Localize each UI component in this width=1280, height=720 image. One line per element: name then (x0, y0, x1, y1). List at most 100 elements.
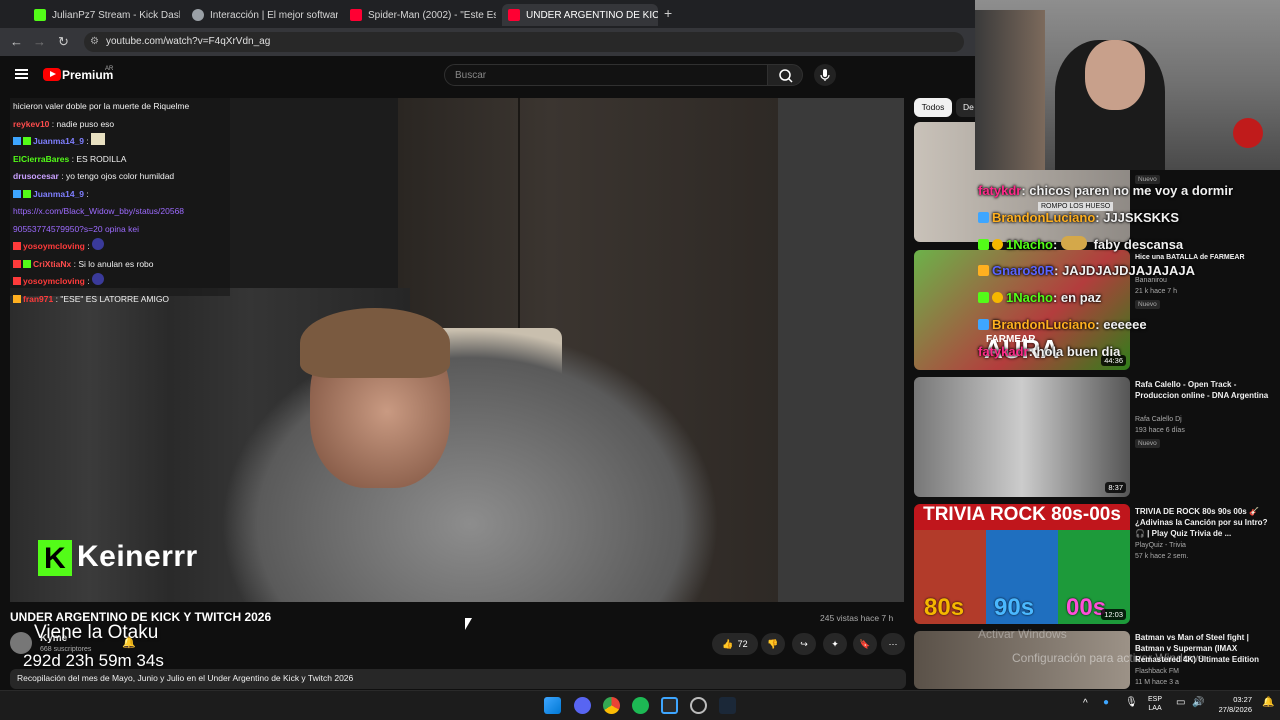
chat-line: yosoymcloving : (13, 238, 227, 256)
stream-chat-overlay: hicieron valer doble por la muerte de Ri… (10, 98, 230, 304)
badge-icon (978, 292, 989, 304)
voice-search-button[interactable] (814, 64, 836, 86)
chat-line: 1Nacho: faby descansa (978, 232, 1278, 259)
badge-icon (13, 277, 21, 285)
back-icon[interactable]: ← (10, 34, 23, 49)
new-badge: Nuevo (1135, 439, 1160, 448)
chat-line: BrandonLuciano: JJJSKSKKS (978, 205, 1278, 232)
tray-chevron-icon[interactable]: ^ (1083, 698, 1088, 709)
badge-icon (992, 238, 1003, 250)
notifications-icon[interactable]: 🔔 (1262, 697, 1274, 708)
forward-icon[interactable]: → (33, 34, 46, 49)
youtube-logo-icon[interactable] (43, 68, 61, 81)
badge-icon (13, 259, 21, 268)
share-icon: ↪ (800, 638, 808, 649)
chat-line: Gnaro30R: JAJDJAJDJAJAJAJA (978, 258, 1278, 285)
tab-label: UNDER ARGENTINO DE KIC (526, 9, 658, 21)
badge-icon (23, 259, 31, 268)
emote-icon (92, 238, 105, 250)
chat-line: reykev10 : nadie puso eso (13, 118, 115, 129)
badge-icon (13, 294, 21, 303)
more-actions-button[interactable]: ⋯ (881, 633, 905, 655)
rec-thumbnail[interactable]: TRIVIA ROCK 80s-00s 80s 90s 00s 12:03 (914, 504, 1130, 624)
rec-channel[interactable]: Rafa Calello Dj (1135, 416, 1182, 423)
url-field[interactable]: ⚙ youtube.com/watch?v=F4qXrVdn_ag (84, 32, 964, 52)
globe-favicon-icon (192, 9, 204, 21)
emote-icon (1060, 235, 1087, 250)
rec-channel[interactable]: PlayQuiz - Trivia (1135, 542, 1186, 549)
video-streamer-hair (300, 308, 450, 378)
stream-chat-overlay-large: fatykdr: chicos paren no me voy a dormir… (978, 178, 1278, 366)
chat-line: 1Nacho: en paz (978, 285, 1278, 312)
tab-label: JulianPz7 Stream - Kick Dashbo (52, 9, 180, 21)
webcam-face (1085, 40, 1145, 110)
video-duration: 12:03 (1101, 609, 1126, 620)
badge-icon (23, 137, 31, 145)
badge-icon (23, 189, 31, 198)
tab-interaccion[interactable]: Interacción | El mejor software p ✕ (186, 4, 338, 26)
windows-activation-watermark: Activar Windows (978, 627, 1067, 641)
volume-icon[interactable]: 🔊 (1192, 697, 1204, 708)
rec-title[interactable]: Rafa Calello - Open Track - Produccion o… (1135, 379, 1275, 401)
dislike-button[interactable]: 👎 (761, 633, 785, 655)
tab-under-argentino[interactable]: UNDER ARGENTINO DE KIC 🔊 ✕ (502, 4, 658, 26)
badge-icon (13, 242, 21, 250)
tab-kick-dashboard[interactable]: JulianPz7 Stream - Kick Dashbo ✕ (28, 4, 180, 26)
chip-todos[interactable]: Todos (914, 98, 952, 117)
discord-icon[interactable] (574, 697, 591, 714)
rec-meta: 11 M hace 3 a (1135, 679, 1179, 686)
badge-icon (978, 318, 989, 330)
share-button[interactable]: ↪ (792, 633, 816, 655)
sparkle-icon: ✦ (831, 638, 839, 649)
spotify-icon[interactable] (632, 697, 649, 714)
site-info-icon[interactable]: ⚙ (90, 36, 99, 47)
badge-icon (992, 292, 1003, 304)
tray-mic-icon[interactable]: 🎙 (1125, 697, 1138, 708)
badge-icon (978, 211, 989, 223)
windows-activation-watermark: Configuración para activar Windows (1012, 651, 1205, 665)
app-icon[interactable] (661, 697, 678, 714)
obs-icon[interactable] (690, 697, 707, 714)
rec-thumbnail[interactable]: 8:37 (914, 377, 1130, 497)
spiderman-figure-icon (1233, 118, 1263, 148)
address-bar: ← → ↻ ⚙ youtube.com/watch?v=F4qXrVdn_ag (0, 28, 975, 56)
network-icon[interactable]: ▭ (1176, 697, 1185, 708)
webcam-overlay (975, 0, 1280, 170)
stream-countdown-text: 292d 23h 59m 34s (23, 651, 164, 670)
system-clock[interactable]: 03:27 27/8/2026 (1212, 695, 1252, 715)
menu-icon[interactable] (15, 69, 28, 79)
chat-line: drusocesar : yo tengo ojos color humilda… (13, 171, 175, 181)
video-duration: 8:37 (1105, 482, 1126, 493)
chat-link-line[interactable]: https://x.com/Black_Widow_bby/status/205… (13, 203, 227, 221)
like-button[interactable]: 👍 72 (712, 633, 758, 655)
video-streamer-body (220, 328, 720, 602)
windows-start-icon[interactable] (544, 697, 561, 714)
tray-app-icon[interactable]: ● (1103, 697, 1109, 708)
save-button[interactable]: 🔖 (853, 633, 877, 655)
new-tab-icon[interactable]: + (664, 5, 672, 21)
search-button[interactable] (767, 64, 803, 86)
rec-meta: 193 hace 6 días (1135, 427, 1185, 434)
input-language[interactable]: ESP LAA (1148, 695, 1162, 713)
youtube-favicon-icon (508, 9, 520, 21)
rec-meta: 57 k hace 2 sem. (1135, 553, 1189, 560)
windows-taskbar: ^ ● 🎙 ESP LAA ▭ 🔊 03:27 27/8/2026 🔔 (0, 690, 1280, 720)
rec-title[interactable]: TRIVIA DE ROCK 80s 90s 00s 🎸 ¿Adivinas l… (1135, 506, 1275, 539)
notification-bell-icon[interactable]: 🔔 (122, 636, 136, 649)
chat-link-line[interactable]: 90553774579950?s=20 opina kei (13, 221, 227, 239)
description-text: Recopilación del mes de Mayo, Junio y Ju… (17, 673, 354, 683)
chrome-icon[interactable] (603, 697, 620, 714)
tab-label: Spider-Man (2002) - "Este Es M (368, 9, 496, 21)
reload-icon[interactable]: ↻ (58, 34, 69, 50)
tab-spiderman[interactable]: Spider-Man (2002) - "Este Es M ✕ (344, 4, 496, 26)
chat-line: BrandonLuciano: eeeeee (978, 312, 1278, 339)
thumbnail-caption: TRIVIA ROCK 80s-00s (914, 504, 1130, 530)
steam-icon[interactable] (719, 697, 736, 714)
thumbnail-caption: 80s (924, 594, 965, 621)
video-description[interactable]: Recopilación del mes de Mayo, Junio y Ju… (10, 669, 906, 689)
rec-channel[interactable]: Flashback FM (1135, 668, 1179, 675)
thumbnail-caption: 00s (1066, 594, 1107, 621)
badge-icon (978, 265, 989, 277)
search-input[interactable]: Buscar (444, 64, 768, 86)
ask-ai-button[interactable]: ✦ (823, 633, 847, 655)
